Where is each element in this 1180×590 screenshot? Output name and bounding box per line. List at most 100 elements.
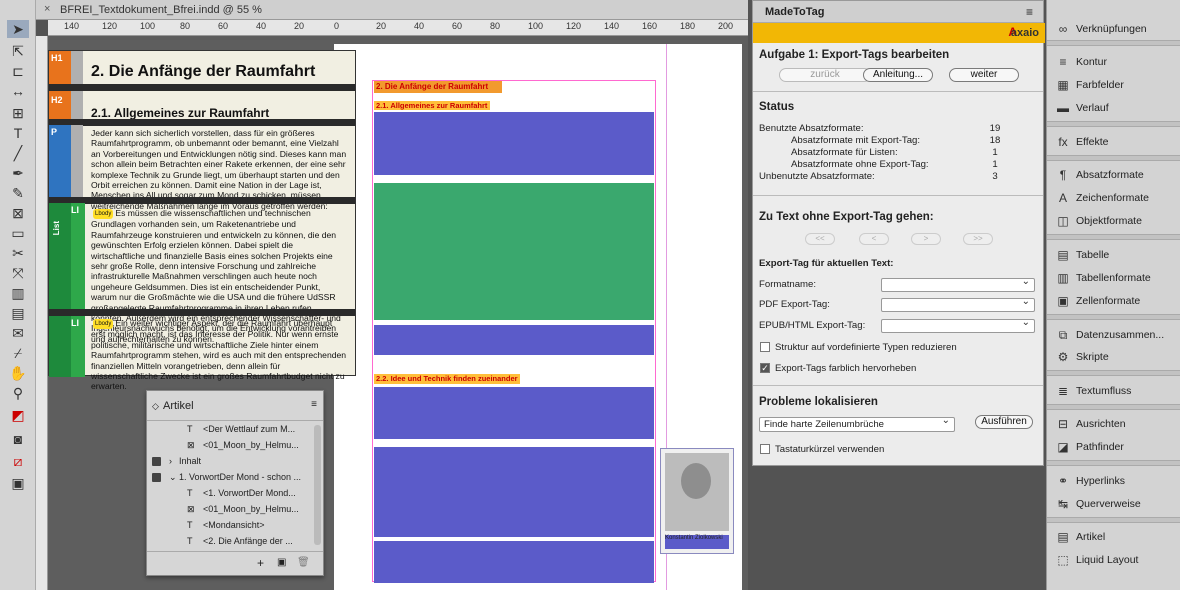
liquid-layout-icon: ⬚ [1057,553,1069,567]
last-button[interactable]: >> [963,233,993,245]
article-row[interactable]: ⌄ 1. VorwortDer Mond - schon ... [147,469,311,485]
scrollbar[interactable] [314,425,321,545]
paragraph-highlight [374,112,654,175]
note-tool-icon[interactable]: ✉ [7,324,29,342]
panel-gradient[interactable]: ▬ Verlauf [1047,99,1180,117]
text-frame[interactable]: 2. Die Anfänge der Raumfahrt 2.1. Allgem… [372,80,656,583]
pencil-tool-icon[interactable]: ✎ [7,184,29,202]
formatting-affects-container-icon[interactable]: ◙ [7,430,29,448]
highlight-tags-label: Export-Tags farblich hervorheben [775,363,917,374]
panel-swatches[interactable]: ▦ Farbfelder [1047,76,1180,94]
article-row[interactable]: ⊠ <01_Moon_by_Helmu... [147,437,311,453]
hand-tool-icon[interactable]: ✋ [7,364,29,382]
article-row[interactable]: T <Mondansicht> [147,517,311,533]
shortcut-checkbox[interactable] [760,444,770,454]
add-article-button[interactable]: + [257,556,264,570]
zoom-tool-icon[interactable]: ⚲ [7,384,29,402]
horizontal-ruler[interactable]: 140 120 100 80 60 40 20 0 20 40 60 80 10… [48,20,748,36]
page-tool-icon[interactable]: ⊏ [7,62,29,80]
panel-cross-references[interactable]: ↹ Querverweise [1047,495,1180,513]
panel-label: Querverweise [1076,498,1141,510]
panel-object-styles[interactable]: ◫ Objektformate [1047,212,1180,230]
expand-arrow-icon[interactable]: › [169,453,172,469]
panel-cell-styles[interactable]: ▣ Zellenformate [1047,292,1180,310]
articles-footer: + ▣ 🗑 [147,551,323,575]
panel-character-styles[interactable]: A Zeichenformate [1047,189,1180,207]
ruler-label: 20 [376,21,387,31]
panel-paragraph-styles[interactable]: ¶ Absatzformate [1047,166,1180,184]
next-untagged-button[interactable]: > [911,233,941,245]
panel-table[interactable]: ▤ Tabelle [1047,246,1180,264]
portrait-face [681,463,711,499]
problem-select[interactable]: Finde harte Zeilenumbrüche [759,415,955,432]
gradient-feather-icon[interactable]: ▤ [7,304,29,322]
panel-menu-icon[interactable]: ≡ [1026,5,1033,19]
line-tool-icon[interactable]: ╱ [7,144,29,162]
apply-none-icon[interactable]: ⧄ [7,452,29,470]
first-button[interactable]: << [805,233,835,245]
portrait-image[interactable]: Konstantin Ziolkowski [660,448,734,554]
article-row[interactable]: T <1. VorwortDer Mond... [147,485,311,501]
panel-articles[interactable]: ▤ Artikel [1047,528,1180,546]
back-button[interactable]: zurück [779,68,871,82]
selection-tool-icon[interactable]: ➤ [7,20,29,38]
vertical-ruler[interactable] [36,36,48,590]
panel-liquid-layout[interactable]: ⬚ Liquid Layout [1047,551,1180,569]
article-row[interactable]: T <2. Die Anfänge der ... [147,533,311,549]
panel-align[interactable]: ⊟ Ausrichten [1047,415,1180,433]
free-transform-tool-icon[interactable]: ⤧ [7,264,29,282]
panel-pathfinder[interactable]: ◪ Pathfinder [1047,438,1180,456]
screen-mode-icon[interactable]: ▣ [7,474,29,492]
guide-button[interactable]: Anleitung... [863,68,933,82]
articles-icon: ▤ [1057,530,1069,544]
pen-tool-icon[interactable]: ✒ [7,164,29,182]
direct-selection-tool-icon[interactable]: ⇱ [7,42,29,60]
panel-data-merge[interactable]: ⧉ Datenzusammen... [1047,326,1180,344]
panel-hyperlinks[interactable]: ⚭ Hyperlinks [1047,472,1180,490]
gap-tool-icon[interactable]: ↔ [7,82,29,100]
close-document-icon[interactable]: × [44,3,50,15]
next-button[interactable]: weiter [949,68,1019,82]
panel-divider [1047,40,1180,46]
highlight-tags-checkbox[interactable]: ✓ [760,363,770,373]
collapse-arrow-icon[interactable]: ⌄ [169,469,177,485]
epub-tag-select[interactable] [881,317,1035,333]
previous-button[interactable]: < [859,233,889,245]
article-row[interactable]: › Inhalt [147,453,311,469]
eyedropper-tool-icon[interactable]: ⌿ [7,344,29,362]
panel-stroke[interactable]: ≡ Kontur [1047,53,1180,71]
format-name-select[interactable] [881,276,1035,292]
reduce-structure-checkbox[interactable] [760,342,770,352]
story-list-item-2[interactable]: Lbody Ein weiter wichtiger Aspekt, der di… [91,318,347,392]
run-button[interactable]: Ausführen [975,415,1033,429]
export-checkbox[interactable] [152,457,161,466]
story-editor[interactable]: H1 2. Die Anfänge der Raumfahrt H2 2.1. … [48,50,356,391]
article-row-label: Inhalt [179,456,202,466]
pdf-tag-select[interactable] [881,296,1035,312]
collapse-icon[interactable]: ◇ [152,401,159,412]
fill-stroke-icon[interactable]: ◩ [7,406,29,424]
document-tab[interactable]: × BFREI_Textdokument_Bfrei.indd @ 55 % [36,0,748,20]
panel-table-styles[interactable]: ▥ Tabellenformate [1047,269,1180,287]
delete-article-button[interactable]: 🗑 [297,557,310,568]
story-heading1[interactable]: 2. Die Anfänge der Raumfahrt [91,62,347,82]
new-article-button[interactable]: ▣ [277,557,286,568]
panel-menu-icon[interactable]: ≡ [311,399,317,410]
scissors-tool-icon[interactable]: ✂ [7,244,29,262]
panel-text-wrap[interactable]: ≣ Textumfluss [1047,382,1180,400]
rectangle-tool-icon[interactable]: ▭ [7,224,29,242]
gradient-tool-icon[interactable]: ▥ [7,284,29,302]
content-collector-icon[interactable]: ⊞ [7,104,29,122]
article-row[interactable]: ⊠ <01_Moon_by_Helmu... [147,501,311,517]
ruler-label: 100 [528,21,544,31]
panel-effects[interactable]: fx Effekte [1047,133,1180,151]
panel-scripts[interactable]: ⚙ Skripte [1047,348,1180,366]
type-tool-icon[interactable]: T [7,124,29,142]
articles-panel[interactable]: ◇ Artikel ≡ T <Der Wettlauf zum M... ⊠ <01… [146,390,324,576]
rectangle-frame-tool-icon[interactable]: ⊠ [7,204,29,222]
panel-links[interactable]: ∞ Verknüpfungen [1047,20,1180,38]
madetotag-panel[interactable]: MadeToTag ≡ A axaio Aufgabe 1: Export-Ta… [752,0,1045,466]
article-row[interactable]: T <Der Wettlauf zum M... [147,421,311,437]
export-checkbox[interactable] [152,473,161,482]
bullet-badge: Lbody [93,319,114,330]
